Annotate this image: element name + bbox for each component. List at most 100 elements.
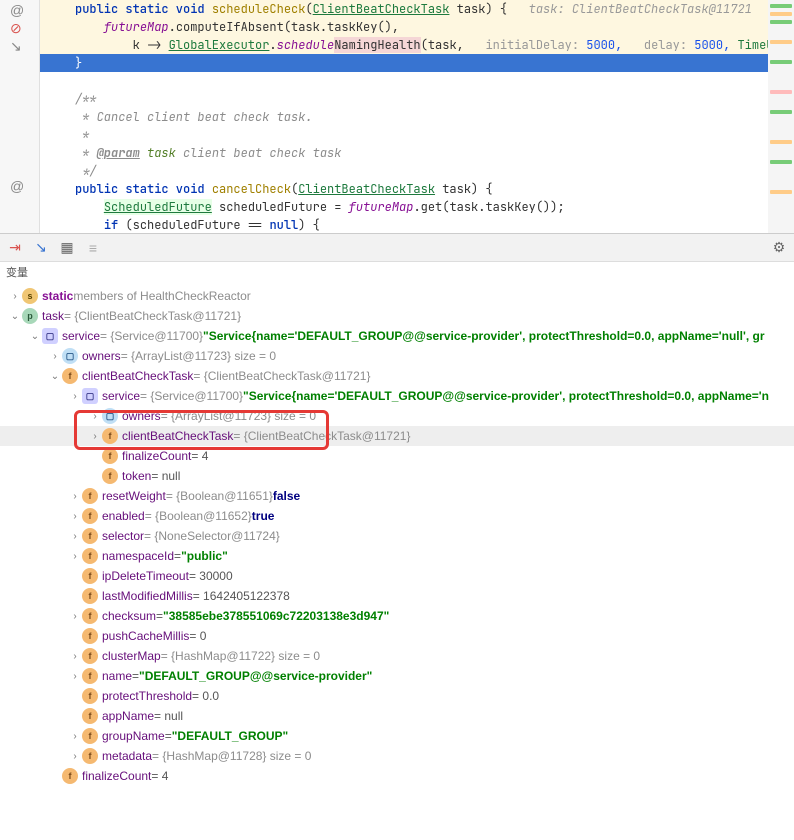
field-badge: f <box>82 668 98 684</box>
text: .computeIfAbsent(task.taskKey(), <box>169 19 399 35</box>
arrow-marker: ↘ <box>10 38 22 55</box>
tree-row[interactable]: ⌄fclientBeatCheckTask = {ClientBeatCheck… <box>0 366 794 386</box>
tree-row[interactable]: ⌄▢service = {Service@11700} "Service{nam… <box>0 326 794 346</box>
tree-row[interactable]: ›fgroupName = "DEFAULT_GROUP" <box>0 726 794 746</box>
expand-icon[interactable]: › <box>68 671 82 682</box>
code-content[interactable]: public static void scheduleCheck(ClientB… <box>40 0 768 233</box>
var-label: protectThreshold <box>102 689 192 703</box>
tree-row[interactable]: fprotectThreshold = 0.0 <box>0 686 794 706</box>
expand-icon[interactable]: › <box>68 731 82 742</box>
inlay-hint: initialDelay: <box>485 37 579 53</box>
field-badge: f <box>102 468 118 484</box>
expand-icon[interactable]: › <box>68 531 82 542</box>
expand-icon[interactable]: › <box>68 391 82 402</box>
expand-icon[interactable]: › <box>88 431 102 442</box>
field-badge: f <box>102 428 118 444</box>
editor-minimap[interactable] <box>768 0 794 233</box>
var-value: = <box>174 549 181 563</box>
var-value: = {HashMap@11722} size = 0 <box>161 649 320 663</box>
tree-row[interactable]: ›fclusterMap = {HashMap@11722} size = 0 <box>0 646 794 666</box>
var-label: finalizeCount <box>122 449 191 463</box>
gear-icon[interactable]: ⚙ <box>770 239 788 257</box>
tree-row[interactable]: flastModifiedMillis = 1642405122378 <box>0 586 794 606</box>
var-value: = {NoneSelector@11724} <box>144 529 280 543</box>
tree-row[interactable]: ffinalizeCount = 4 <box>0 766 794 786</box>
expand-icon[interactable]: › <box>48 351 62 362</box>
tree-row-static[interactable]: ›sstatic members of HealthCheckReactor <box>0 286 794 306</box>
tree-row[interactable]: fipDeleteTimeout = 30000 <box>0 566 794 586</box>
var-value: = <box>132 669 139 683</box>
text: public static void <box>75 1 212 17</box>
text: /** <box>40 90 768 108</box>
var-label: checksum <box>102 609 156 623</box>
tree-row[interactable]: ›fmetadata = {HashMap@11728} size = 0 <box>0 746 794 766</box>
tree-row[interactable]: ›▢service = {Service@11700} "Service{nam… <box>0 386 794 406</box>
expand-icon[interactable]: › <box>68 651 82 662</box>
debug-icon-1[interactable]: ⇥ <box>6 239 24 257</box>
var-string: "38585ebe378551069c72203138e3d947" <box>163 609 389 623</box>
text: * Cancel client beat check task. <box>40 108 768 126</box>
editor-gutter: @ ⊘ ↘ @ <box>0 0 40 233</box>
text: ClientBeatCheckTask <box>298 181 435 197</box>
collapse-icon[interactable]: ⌄ <box>28 331 42 342</box>
text: futureMap <box>104 19 169 35</box>
calculator-icon[interactable]: ▦ <box>58 239 76 257</box>
expand-icon[interactable]: › <box>8 291 22 302</box>
tree-row[interactable]: ›fresetWeight = {Boolean@11651} false <box>0 486 794 506</box>
text: ClientBeatCheckTask <box>313 1 450 17</box>
var-label: groupName <box>102 729 165 743</box>
field-badge: f <box>102 448 118 464</box>
tree-row-task[interactable]: ⌄ptask = {ClientBeatCheckTask@11721} <box>0 306 794 326</box>
tree-row[interactable]: f appName = null <box>0 706 794 726</box>
expand-icon[interactable]: › <box>68 511 82 522</box>
tree-row[interactable]: ›▢owners = {ArrayList@11723} size = 0 <box>0 406 794 426</box>
text: scheduleCheck <box>212 1 306 17</box>
obj-badge: ▢ <box>62 348 78 364</box>
obj-badge: ▢ <box>82 388 98 404</box>
expand-icon[interactable]: › <box>68 491 82 502</box>
field-badge: f <box>82 688 98 704</box>
tree-row[interactable]: ›fenabled = {Boolean@11652} true <box>0 506 794 526</box>
text: cancelCheck <box>212 181 291 197</box>
field-badge: f <box>82 708 98 724</box>
tree-row[interactable]: ›fchecksum = "38585ebe378551069c72203138… <box>0 606 794 626</box>
tree-row[interactable]: ›fname = "DEFAULT_GROUP@@service-provide… <box>0 666 794 686</box>
var-value: members of HealthCheckReactor <box>73 289 250 303</box>
tree-row-selected[interactable]: ›fclientBeatCheckTask = {ClientBeatCheck… <box>0 426 794 446</box>
var-label: name <box>102 669 132 683</box>
tree-row[interactable]: ›fselector = {NoneSelector@11724} <box>0 526 794 546</box>
expand-icon[interactable]: › <box>68 751 82 762</box>
stop-icon[interactable]: ⊘ <box>10 20 22 37</box>
text: 5000, <box>579 37 622 53</box>
tree-row[interactable]: ›fnamespaceId = "public" <box>0 546 794 566</box>
var-string: "DEFAULT_GROUP" <box>172 729 289 743</box>
text: task) { <box>435 181 493 197</box>
param-badge: p <box>22 308 38 324</box>
collapse-icon[interactable]: ⌄ <box>48 371 62 382</box>
var-label: appName <box>102 709 154 723</box>
tree-row[interactable]: ›▢owners = {ArrayList@11723} size = 0 <box>0 346 794 366</box>
expand-icon[interactable]: › <box>88 411 102 422</box>
expand-icon[interactable]: › <box>68 551 82 562</box>
var-value: = {Boolean@11651} <box>166 489 273 503</box>
collapse-icon[interactable]: ⌄ <box>8 311 22 322</box>
tree-row[interactable]: ffinalizeCount = 4 <box>0 446 794 466</box>
tree-row[interactable]: ftoken = null <box>0 466 794 486</box>
field-badge: f <box>82 628 98 644</box>
var-label: lastModifiedMillis <box>102 589 193 603</box>
var-string: "Service{name='DEFAULT_GROUP@@service-pr… <box>243 389 769 403</box>
var-value: = {Service@11700} <box>100 329 203 343</box>
text: ScheduledFuture <box>104 199 212 215</box>
tree-row[interactable]: fpushCacheMillis = 0 <box>0 626 794 646</box>
expand-icon[interactable]: › <box>68 611 82 622</box>
var-value: = null <box>154 709 183 723</box>
field-badge: f <box>82 548 98 564</box>
list-icon[interactable]: ≡ <box>84 239 102 257</box>
debug-icon-2[interactable]: ↘ <box>32 239 50 257</box>
variables-tree[interactable]: ›sstatic members of HealthCheckReactor ⌄… <box>0 282 794 840</box>
var-label: pushCacheMillis <box>102 629 189 643</box>
code-editor[interactable]: @ ⊘ ↘ @ 💡 public static void scheduleChe… <box>0 0 794 234</box>
var-string: "public" <box>181 549 228 563</box>
var-label: static <box>42 289 73 303</box>
var-label: selector <box>102 529 144 543</box>
